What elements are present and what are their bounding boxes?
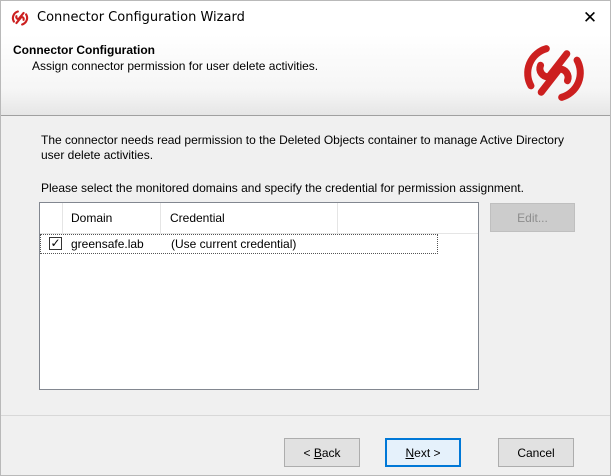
header-title: Connector Configuration [13, 43, 155, 57]
back-button[interactable]: < Back [284, 438, 360, 467]
wizard-window: Connector Configuration Wizard ✕ Connect… [0, 0, 611, 476]
row-credential: (Use current credential) [171, 237, 297, 251]
window-title: Connector Configuration Wizard [37, 10, 245, 25]
list-header: Domain Credential [40, 203, 478, 234]
header-subtitle: Assign connector permission for user del… [32, 59, 319, 73]
back-label-rest: ack [321, 445, 341, 460]
close-icon: ✕ [582, 8, 598, 28]
row-domain: greensafe.lab [71, 237, 144, 251]
column-header-check [40, 203, 63, 233]
wizard-header: Connector Configuration Assign connector… [1, 35, 610, 116]
description-text: The connector needs read permission to t… [41, 133, 564, 162]
back-prefix: < [303, 445, 314, 460]
back-mnemonic: B [313, 445, 322, 460]
row-checkbox[interactable]: ✓ [49, 237, 62, 250]
column-header-credential[interactable]: Credential [162, 203, 338, 233]
cancel-button-label: Cancel [517, 445, 555, 460]
column-header-domain[interactable]: Domain [63, 203, 161, 233]
instruction-text: Please select the monitored domains and … [41, 181, 524, 195]
app-logo-icon [11, 10, 29, 26]
brand-logo-icon [524, 45, 584, 101]
edit-button-label: Edit... [517, 210, 548, 225]
next-mnemonic: N [405, 445, 415, 460]
table-row[interactable]: ✓ greensafe.lab (Use current credential) [40, 234, 438, 254]
next-button[interactable]: Next > [385, 438, 461, 467]
edit-button[interactable]: Edit... [490, 203, 575, 232]
next-label-rest: ext [414, 445, 431, 460]
next-suffix: > [430, 445, 441, 460]
domain-list[interactable]: Domain Credential ✓ greensafe.lab (Use c… [39, 202, 479, 390]
close-button[interactable]: ✕ [570, 1, 610, 35]
cancel-button[interactable]: Cancel [498, 438, 574, 467]
title-bar: Connector Configuration Wizard ✕ [1, 1, 610, 35]
footer-divider [1, 415, 610, 416]
